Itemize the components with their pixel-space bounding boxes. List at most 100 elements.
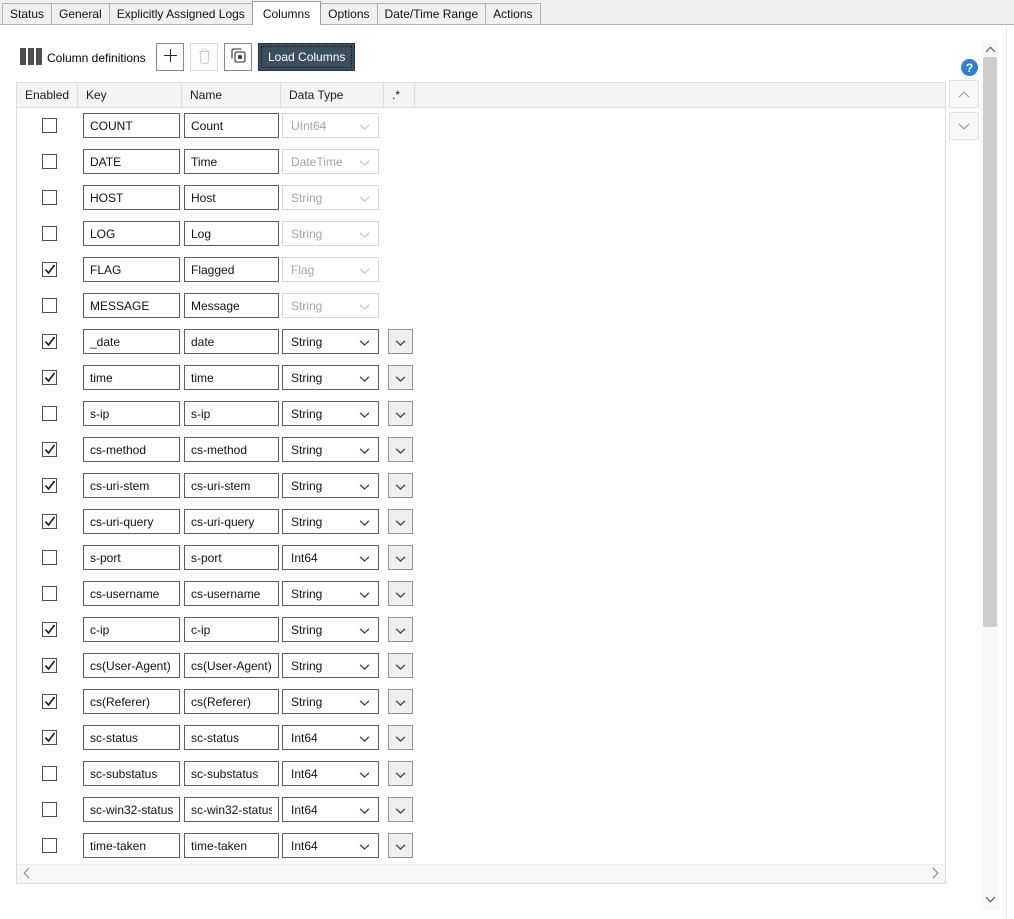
name-input[interactable] (184, 113, 279, 138)
tab-explicitly-assigned-logs[interactable]: Explicitly Assigned Logs (109, 3, 253, 24)
key-input[interactable] (83, 581, 180, 606)
data-type-dropdown[interactable]: String (282, 689, 379, 714)
load-columns-button[interactable]: Load Columns (258, 43, 355, 71)
data-type-dropdown[interactable]: String (282, 617, 379, 642)
data-type-dropdown[interactable]: String (282, 581, 379, 606)
tab-date-time-range[interactable]: Date/Time Range (377, 3, 487, 24)
enabled-checkbox[interactable] (42, 838, 57, 853)
enabled-checkbox[interactable] (42, 298, 57, 313)
name-input[interactable] (184, 329, 279, 354)
key-input[interactable] (83, 365, 180, 390)
column-options-button[interactable] (388, 617, 413, 642)
name-input[interactable] (184, 581, 279, 606)
name-input[interactable] (184, 257, 279, 282)
scroll-left-icon[interactable] (23, 867, 30, 882)
data-type-dropdown[interactable]: Int64 (282, 761, 379, 786)
key-input[interactable] (83, 221, 180, 246)
column-options-button[interactable] (388, 473, 413, 498)
data-type-dropdown[interactable]: Int64 (282, 833, 379, 858)
help-icon[interactable]: ? (961, 59, 978, 76)
name-input[interactable] (184, 149, 279, 174)
column-options-button[interactable] (388, 653, 413, 678)
column-options-button[interactable] (388, 545, 413, 570)
key-input[interactable] (83, 437, 180, 462)
enabled-checkbox[interactable] (42, 586, 57, 601)
enabled-checkbox[interactable] (42, 262, 57, 277)
name-input[interactable] (184, 617, 279, 642)
enabled-checkbox[interactable] (42, 694, 57, 709)
key-input[interactable] (83, 797, 180, 822)
name-input[interactable] (184, 833, 279, 858)
duplicate-column-button[interactable] (224, 43, 252, 71)
name-input[interactable] (184, 509, 279, 534)
data-type-dropdown[interactable]: Int64 (282, 725, 379, 750)
column-options-button[interactable] (388, 509, 413, 534)
name-input[interactable] (184, 185, 279, 210)
key-input[interactable] (83, 149, 180, 174)
key-input[interactable] (83, 113, 180, 138)
data-type-dropdown[interactable]: Int64 (282, 797, 379, 822)
key-input[interactable] (83, 653, 180, 678)
add-column-button[interactable] (156, 43, 184, 71)
name-input[interactable] (184, 653, 279, 678)
enabled-checkbox[interactable] (42, 550, 57, 565)
name-input[interactable] (184, 401, 279, 426)
enabled-checkbox[interactable] (42, 658, 57, 673)
key-input[interactable] (83, 833, 180, 858)
key-input[interactable] (83, 617, 180, 642)
move-row-down-button[interactable] (949, 112, 979, 140)
column-options-button[interactable] (388, 401, 413, 426)
name-input[interactable] (184, 365, 279, 390)
tab-general[interactable]: General (51, 3, 110, 24)
scroll-down-icon[interactable] (981, 892, 999, 906)
horizontal-scrollbar[interactable] (17, 864, 945, 883)
data-type-dropdown[interactable]: String (282, 437, 379, 462)
enabled-checkbox[interactable] (42, 766, 57, 781)
tab-options[interactable]: Options (320, 3, 377, 24)
key-input[interactable] (83, 761, 180, 786)
enabled-checkbox[interactable] (42, 226, 57, 241)
data-type-dropdown[interactable]: String (282, 653, 379, 678)
vertical-scrollbar[interactable] (981, 40, 999, 910)
key-input[interactable] (83, 185, 180, 210)
enabled-checkbox[interactable] (42, 514, 57, 529)
enabled-checkbox[interactable] (42, 442, 57, 457)
key-input[interactable] (83, 401, 180, 426)
enabled-checkbox[interactable] (42, 406, 57, 421)
scroll-up-icon[interactable] (981, 42, 999, 56)
data-type-dropdown[interactable]: String (282, 365, 379, 390)
name-input[interactable] (184, 545, 279, 570)
data-type-dropdown[interactable]: String (282, 509, 379, 534)
data-type-dropdown[interactable]: String (282, 401, 379, 426)
enabled-checkbox[interactable] (42, 154, 57, 169)
name-input[interactable] (184, 293, 279, 318)
enabled-checkbox[interactable] (42, 802, 57, 817)
enabled-checkbox[interactable] (42, 118, 57, 133)
name-input[interactable] (184, 797, 279, 822)
name-input[interactable] (184, 221, 279, 246)
data-type-dropdown[interactable]: Int64 (282, 545, 379, 570)
key-input[interactable] (83, 329, 180, 354)
key-input[interactable] (83, 725, 180, 750)
key-input[interactable] (83, 689, 180, 714)
column-options-button[interactable] (388, 725, 413, 750)
column-options-button[interactable] (388, 833, 413, 858)
column-options-button[interactable] (388, 689, 413, 714)
name-input[interactable] (184, 725, 279, 750)
key-input[interactable] (83, 473, 180, 498)
tab-status[interactable]: Status (2, 3, 52, 24)
column-options-button[interactable] (388, 437, 413, 462)
key-input[interactable] (83, 545, 180, 570)
name-input[interactable] (184, 761, 279, 786)
name-input[interactable] (184, 473, 279, 498)
data-type-dropdown[interactable]: String (282, 329, 379, 354)
column-options-button[interactable] (388, 329, 413, 354)
key-input[interactable] (83, 509, 180, 534)
tab-actions[interactable]: Actions (485, 3, 540, 24)
data-type-dropdown[interactable]: String (282, 473, 379, 498)
column-options-button[interactable] (388, 581, 413, 606)
column-options-button[interactable] (388, 761, 413, 786)
name-input[interactable] (184, 437, 279, 462)
key-input[interactable] (83, 257, 180, 282)
scroll-right-icon[interactable] (932, 867, 939, 882)
